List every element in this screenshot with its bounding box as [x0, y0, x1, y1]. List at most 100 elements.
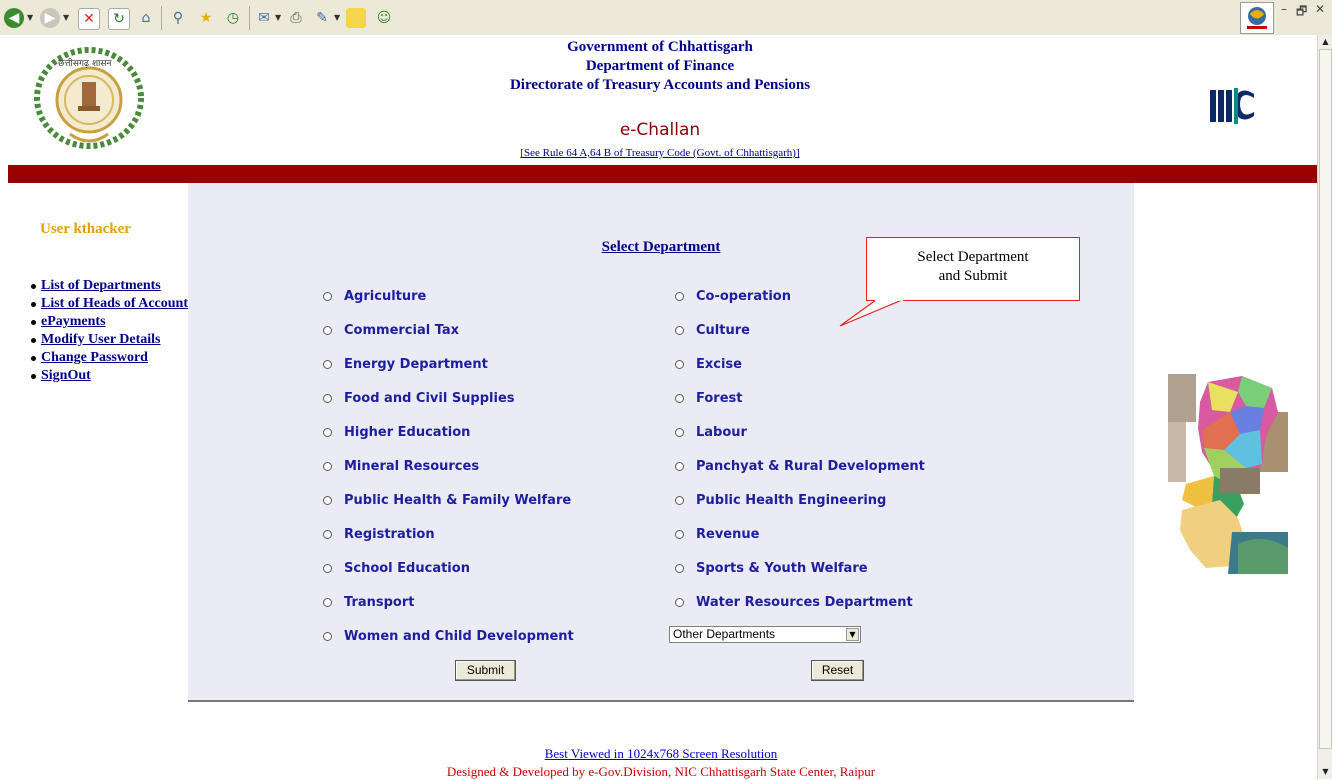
- search-icon[interactable]: ⚲: [168, 8, 188, 28]
- callout-line-1: Select Department: [917, 249, 1029, 265]
- dept-label: Higher Education: [344, 424, 471, 440]
- select-value: Other Departments: [673, 627, 776, 641]
- dept-option-panchyat-rural-development[interactable]: Panchyat & Rural Development: [675, 456, 925, 476]
- mail-icon[interactable]: ✉: [254, 8, 274, 28]
- radio-button[interactable]: [675, 291, 684, 301]
- nav-link[interactable]: ePayments: [41, 314, 106, 329]
- dept-label: Panchyat & Rural Development: [696, 458, 925, 474]
- nav-link[interactable]: List of Heads of Account: [41, 296, 188, 311]
- dept-option-co-operation[interactable]: Co-operation: [675, 286, 791, 306]
- radio-button[interactable]: [323, 529, 332, 539]
- dept-option-transport[interactable]: Transport: [323, 592, 414, 612]
- dept-option-higher-education[interactable]: Higher Education: [323, 422, 470, 442]
- home-icon[interactable]: ⌂: [136, 8, 156, 28]
- dept-option-school-education[interactable]: School Education: [323, 558, 470, 578]
- callout-pointer: [839, 298, 903, 327]
- scroll-thumb[interactable]: [1319, 49, 1332, 749]
- dept-label: Commercial Tax: [344, 322, 460, 338]
- edit-icon[interactable]: ✎: [312, 8, 332, 28]
- radio-button[interactable]: [675, 529, 684, 539]
- radio-button[interactable]: [675, 461, 684, 471]
- dept-option-revenue[interactable]: Revenue: [675, 524, 759, 544]
- radio-button[interactable]: [675, 495, 684, 505]
- reset-button[interactable]: Reset: [811, 660, 864, 681]
- print-icon[interactable]: ⎙: [286, 8, 306, 28]
- dept-option-water-resources[interactable]: Water Resources Department: [675, 592, 913, 612]
- restore-icon[interactable]: 🗗: [1296, 2, 1307, 23]
- history-icon[interactable]: ◷: [223, 8, 243, 28]
- dept-label: Co-operation: [696, 288, 791, 304]
- dept-label: Sports & Youth Welfare: [696, 560, 868, 576]
- mail-dropdown-icon[interactable]: ▼: [275, 13, 281, 22]
- radio-button[interactable]: [675, 427, 684, 437]
- favorites-icon[interactable]: ★: [196, 8, 216, 28]
- radio-button[interactable]: [323, 325, 332, 335]
- radio-button[interactable]: [323, 427, 332, 437]
- resolution-link[interactable]: Best Viewed in 1024x768 Screen Resolutio…: [188, 746, 1134, 762]
- notes-icon[interactable]: [346, 8, 366, 28]
- scroll-down-icon[interactable]: ▼: [1318, 765, 1332, 779]
- dept-option-commercial-tax[interactable]: Commercial Tax: [323, 320, 459, 340]
- dept-option-registration[interactable]: Registration: [323, 524, 435, 544]
- submit-button[interactable]: Submit: [455, 660, 516, 681]
- dept-option-sports-youth-welfare[interactable]: Sports & Youth Welfare: [675, 558, 868, 578]
- radio-button[interactable]: [675, 597, 684, 607]
- radio-button[interactable]: [675, 359, 684, 369]
- radio-button[interactable]: [675, 563, 684, 573]
- dept-option-forest[interactable]: Forest: [675, 388, 742, 408]
- radio-button[interactable]: [323, 597, 332, 607]
- other-departments-select[interactable]: Other Departments ▼: [669, 626, 861, 643]
- scroll-up-icon[interactable]: ▲: [1318, 35, 1332, 49]
- sidebar-nav: List of Departments List of Heads of Acc…: [28, 277, 193, 385]
- messenger-icon[interactable]: ☺: [374, 8, 394, 28]
- dept-option-energy[interactable]: Energy Department: [323, 354, 488, 374]
- refresh-icon[interactable]: ↻: [108, 8, 130, 30]
- dept-option-excise[interactable]: Excise: [675, 354, 742, 374]
- header-red-bar: [8, 165, 1317, 183]
- dept-label: Revenue: [696, 526, 760, 542]
- radio-button[interactable]: [323, 359, 332, 369]
- dept-label: Forest: [696, 390, 743, 406]
- dept-label: Public Health Engineering: [696, 492, 887, 508]
- stop-icon[interactable]: ✕: [78, 8, 100, 30]
- forward-icon[interactable]: ▶: [40, 8, 60, 28]
- nav-list-of-heads: List of Heads of Account: [28, 295, 193, 313]
- forward-dropdown-icon[interactable]: ▼: [63, 13, 69, 22]
- dept-option-women-child-development[interactable]: Women and Child Development: [323, 626, 574, 646]
- dept-label: Mineral Resources: [344, 458, 480, 474]
- radio-button[interactable]: [323, 563, 332, 573]
- close-icon[interactable]: ✕: [1315, 2, 1325, 16]
- dept-option-food-civil-supplies[interactable]: Food and Civil Supplies: [323, 388, 515, 408]
- back-icon[interactable]: ◀: [4, 8, 24, 28]
- radio-button[interactable]: [323, 495, 332, 505]
- dept-option-public-health-family-welfare[interactable]: Public Health & Family Welfare: [323, 490, 571, 510]
- minimize-icon[interactable]: –: [1281, 2, 1287, 16]
- dept-option-mineral-resources[interactable]: Mineral Resources: [323, 456, 479, 476]
- dept-option-culture[interactable]: Culture: [675, 320, 750, 340]
- radio-button[interactable]: [323, 393, 332, 403]
- nav-link[interactable]: Change Password: [41, 350, 148, 365]
- rule-reference-link[interactable]: [See Rule 64 A,64 B of Treasury Code (Go…: [280, 147, 1040, 159]
- back-dropdown-icon[interactable]: ▼: [27, 13, 33, 22]
- dept-label: Registration: [344, 526, 435, 542]
- dept-option-labour[interactable]: Labour: [675, 422, 747, 442]
- radio-button[interactable]: [323, 631, 332, 641]
- radio-button[interactable]: [323, 291, 332, 301]
- chevron-down-icon[interactable]: ▼: [846, 628, 859, 641]
- browser-logo-icon: [1240, 2, 1274, 34]
- edit-dropdown-icon[interactable]: ▼: [334, 13, 340, 22]
- dept-option-agriculture[interactable]: Agriculture: [323, 286, 426, 306]
- nav-link[interactable]: List of Departments: [41, 278, 161, 293]
- app-title: e-Challan: [619, 120, 701, 140]
- vertical-scrollbar[interactable]: ▲ ▼: [1317, 35, 1332, 779]
- radio-button[interactable]: [675, 325, 684, 335]
- radio-button[interactable]: [323, 461, 332, 471]
- browser-toolbar: ◀ ▼ ▶ ▼ ✕ ↻ ⌂ ⚲ ★ ◷ ✉ ▼ ⎙ ✎ ▼ ☺ – 🗗 ✕: [0, 0, 1332, 35]
- radio-button[interactable]: [675, 393, 684, 403]
- user-label: User kthacker: [40, 221, 131, 237]
- govt-emblem-logo: छत्तीसगढ़ शासन: [30, 44, 148, 152]
- dept-option-public-health-engineering[interactable]: Public Health Engineering: [675, 490, 886, 510]
- nav-link[interactable]: SignOut: [41, 368, 91, 383]
- header-line-govt: Government of Chhattisgarh: [567, 39, 753, 55]
- nav-link[interactable]: Modify User Details: [41, 332, 161, 347]
